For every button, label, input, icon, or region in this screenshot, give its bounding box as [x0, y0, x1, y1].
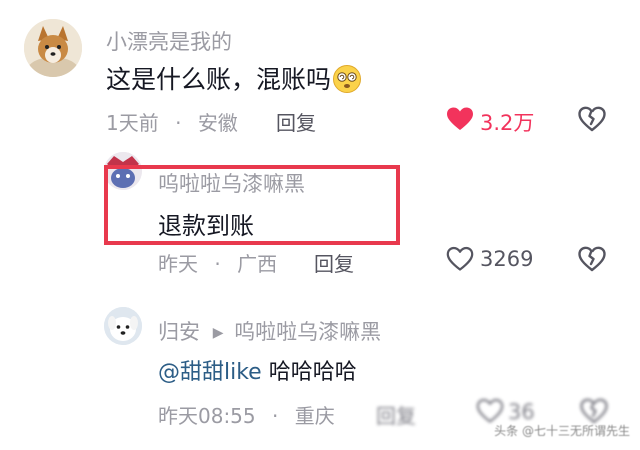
comment-location: 广西 [237, 252, 278, 276]
comment-meta: 昨天 · 广西 [158, 248, 277, 277]
like-button[interactable] [446, 246, 474, 276]
comment-meta: 1天前 · 安徽 [106, 107, 238, 136]
highlight-box [104, 165, 400, 245]
broken-heart-icon [578, 246, 606, 272]
comment-time: 昨天 [158, 252, 198, 276]
meta-separator: · [175, 111, 182, 135]
dizzy-eyes-emoji-icon [333, 65, 362, 93]
broken-heart-icon [578, 106, 606, 132]
broken-heart-icon [580, 398, 608, 424]
comment-text-content: 这是什么账，混账吗 [106, 65, 332, 94]
corgi-avatar-image [24, 19, 82, 77]
heart-filled-icon [447, 107, 473, 130]
white-dog-avatar-image [104, 307, 142, 345]
reply-button[interactable]: 回复 [314, 248, 354, 277]
like-button[interactable] [446, 106, 474, 136]
heart-outline-icon [446, 246, 474, 271]
meta-separator: · [214, 252, 221, 276]
comment-location: 重庆 [294, 404, 335, 428]
dislike-button[interactable] [578, 106, 606, 136]
meta-separator: · [272, 404, 279, 428]
comment-location: 安徽 [197, 111, 238, 135]
comment-username-line: 归安 ▶ 呜啦啦乌漆嘛黑 [158, 316, 381, 346]
avatar[interactable] [24, 19, 82, 77]
reply-button[interactable]: 回复 [276, 107, 316, 136]
avatar[interactable] [104, 307, 142, 345]
reply-arrow-icon: ▶ [212, 325, 224, 341]
comment-time: 1天前 [106, 111, 159, 135]
heart-outline-icon [476, 398, 504, 423]
comment-text: 这是什么账，混账吗 [106, 60, 362, 96]
comment-meta: 昨天08:55 · 重庆 [158, 400, 335, 429]
like-count: 3269 [480, 247, 534, 271]
comment-username[interactable]: 小漂亮是我的 [106, 26, 232, 56]
reply-to-username[interactable]: 呜啦啦乌漆嘛黑 [234, 320, 381, 344]
reply-button[interactable]: 回复 [376, 400, 416, 429]
comment-text-content: 哈哈哈哈 [268, 360, 357, 385]
comment-username[interactable]: 归安 [158, 320, 200, 344]
dislike-button[interactable] [578, 246, 606, 276]
mention-link[interactable]: @甜甜like [158, 360, 262, 385]
like-count: 36 [508, 400, 535, 424]
comment-time: 昨天08:55 [158, 404, 256, 428]
watermark: 头条 @七十三无所谓先生 [494, 424, 630, 438]
like-count: 3.2万 [480, 111, 535, 135]
comment-text: @甜甜like 哈哈哈哈 [158, 354, 357, 386]
